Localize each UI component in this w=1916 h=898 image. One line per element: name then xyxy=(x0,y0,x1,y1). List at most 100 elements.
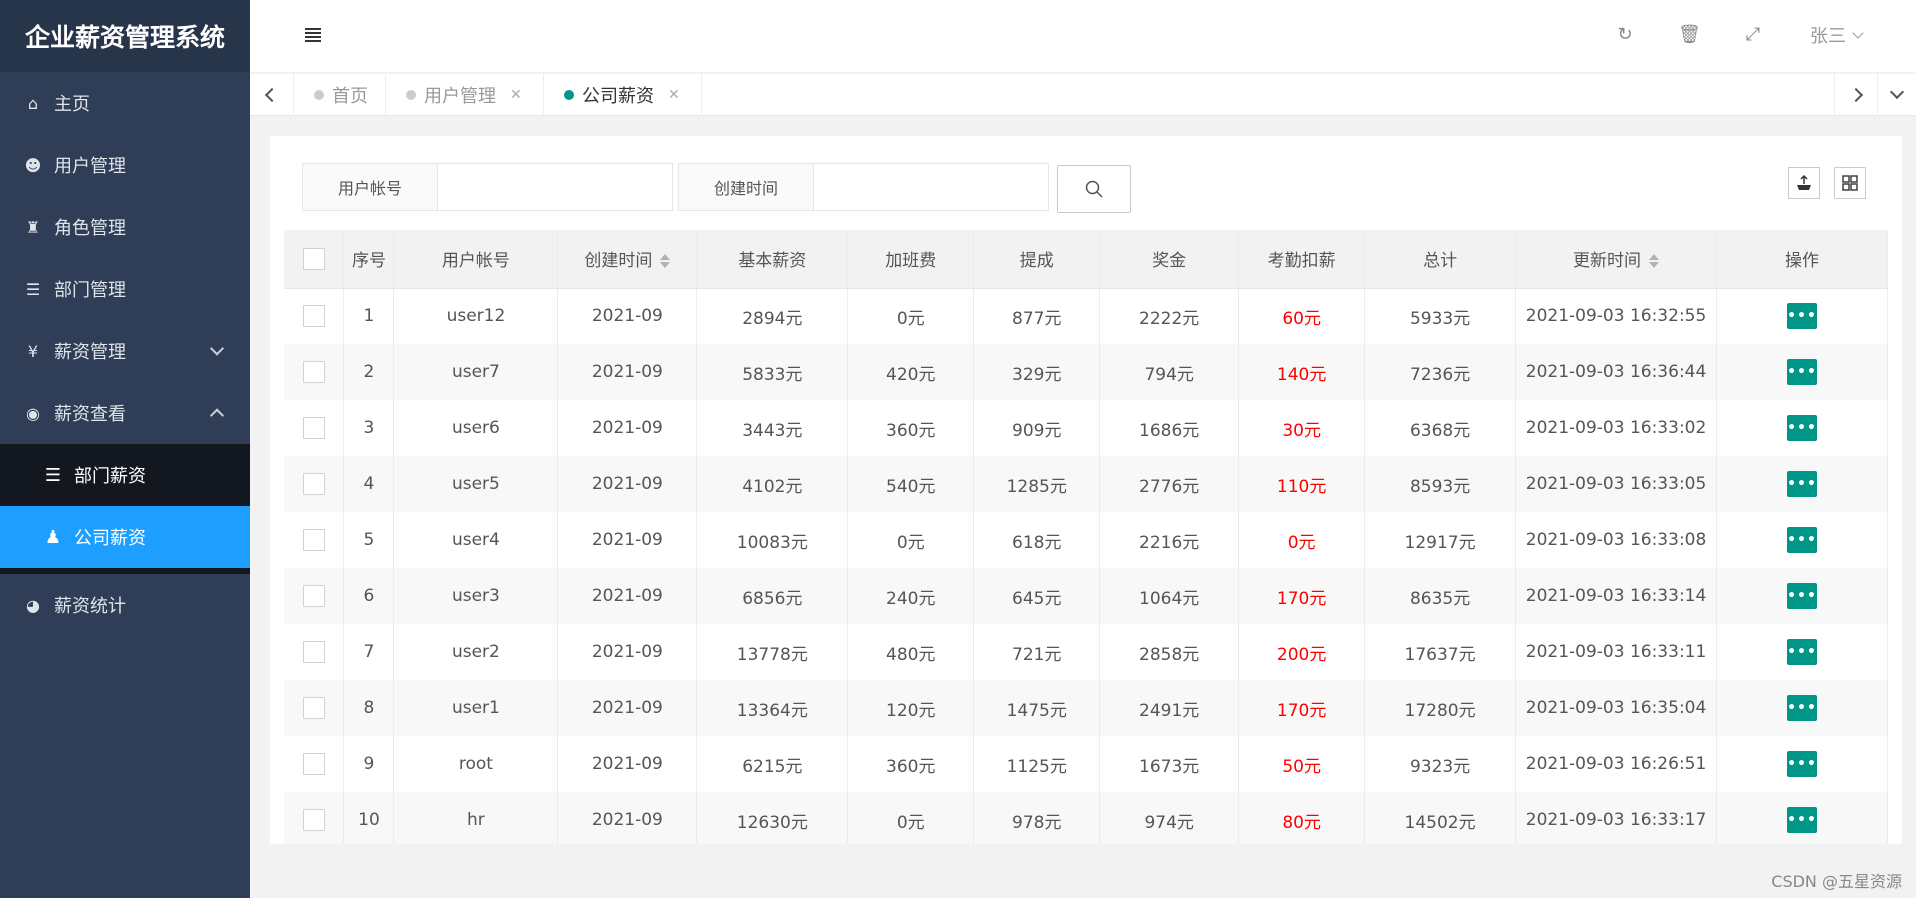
more-actions-button[interactable]: ••• xyxy=(1787,583,1817,609)
tab-company-salary[interactable]: 公司薪资 ✕ xyxy=(544,74,702,116)
select-cell xyxy=(284,512,345,568)
table-row[interactable]: 7 user2 2021-09 13778元 480元 721元 2858元 200元 1763… xyxy=(284,624,1888,680)
row-checkbox[interactable] xyxy=(302,809,325,831)
table-cell: user3 xyxy=(393,568,559,624)
table-row[interactable]: 3 user6 2021-09 3443元 360元 909元 1686元 30元 6368元 2… xyxy=(284,400,1888,456)
fullscreen-icon[interactable]: ⤢ xyxy=(1742,24,1764,46)
table-cell: 12630元 xyxy=(696,792,849,844)
sidebar: 企业薪资管理系统 ⌂ 主页 ☻ 用户管理 ♜ 角色管理 ☰ 部门管理 ¥ 薪资管… xyxy=(0,0,250,898)
table-cell: 13778元 xyxy=(696,624,849,680)
search-button[interactable] xyxy=(1057,165,1131,213)
sidebar-item-salary-view[interactable]: ◉ 薪资查看 xyxy=(0,382,250,444)
more-actions-button[interactable]: ••• xyxy=(1787,807,1817,833)
row-checkbox[interactable] xyxy=(302,641,325,663)
sidebar-item-roles[interactable]: ♜ 角色管理 xyxy=(0,196,250,258)
table-row[interactable]: 1 user12 2021-09 2894元 0元 877元 2222元 60元 5933元 20… xyxy=(284,288,1888,344)
table-row[interactable]: 9 root 2021-09 6215元 360元 1125元 1673元 50元 9323元 2… xyxy=(284,736,1888,792)
menu-toggle-icon[interactable] xyxy=(305,28,321,42)
sort-icon[interactable] xyxy=(660,254,671,269)
trash-icon[interactable]: 🗑 xyxy=(1678,24,1701,46)
table-cell: 2021-09-03 16:33:14 xyxy=(1515,568,1717,624)
table-cell: 170元 xyxy=(1238,568,1366,624)
table-cell: 978元 xyxy=(973,792,1101,844)
close-icon[interactable]: ✕ xyxy=(510,87,522,103)
table-cell: hr xyxy=(393,792,559,844)
select-all-checkbox[interactable] xyxy=(302,247,325,270)
export-button[interactable] xyxy=(1788,167,1820,199)
more-actions-button[interactable]: ••• xyxy=(1787,639,1817,665)
table-row[interactable]: 6 user3 2021-09 6856元 240元 645元 1064元 170元 8635元… xyxy=(284,568,1888,624)
tab-scroll-left-button[interactable] xyxy=(250,74,294,116)
export-icon xyxy=(1797,174,1811,190)
more-actions-button[interactable]: ••• xyxy=(1787,359,1817,385)
row-checkbox[interactable] xyxy=(302,529,325,551)
more-actions-button[interactable]: ••• xyxy=(1787,527,1817,553)
row-checkbox[interactable] xyxy=(302,753,325,775)
row-checkbox[interactable] xyxy=(302,473,325,495)
actions-cell: ••• xyxy=(1716,624,1888,680)
tab-home[interactable]: 首页 xyxy=(294,74,386,116)
column-header-sortable[interactable]: 创建时间 xyxy=(557,230,698,289)
table-cell: 8635元 xyxy=(1364,568,1517,624)
tab-menu-button[interactable] xyxy=(1878,74,1916,116)
table-cell: user5 xyxy=(393,456,559,512)
user-menu[interactable]: 张三 xyxy=(1810,22,1864,48)
table-cell: 1125元 xyxy=(973,736,1101,792)
refresh-icon[interactable]: ↻ xyxy=(1614,24,1636,46)
table-cell: 0元 xyxy=(847,288,975,344)
row-checkbox[interactable] xyxy=(302,697,325,719)
sidebar-item-company-salary[interactable]: ♟ 公司薪资 xyxy=(0,506,250,568)
more-actions-button[interactable]: ••• xyxy=(1787,471,1817,497)
table-cell: 2021-09 xyxy=(557,512,698,568)
sidebar-item-departments[interactable]: ☰ 部门管理 xyxy=(0,258,250,320)
table-cell: 2021-09 xyxy=(557,792,698,844)
sidebar-item-salary-manage[interactable]: ¥ 薪资管理 xyxy=(0,320,250,382)
sort-icon[interactable] xyxy=(1649,254,1660,269)
columns-button[interactable] xyxy=(1834,167,1866,199)
table-cell: 2021-09 xyxy=(557,456,698,512)
column-header-sortable[interactable]: 更新时间 xyxy=(1515,230,1717,289)
table-row[interactable]: 10 hr 2021-09 12630元 0元 978元 974元 80元 14502元 2021… xyxy=(284,792,1888,844)
row-checkbox[interactable] xyxy=(302,361,325,383)
column-header: 加班费 xyxy=(847,230,975,289)
more-actions-button[interactable]: ••• xyxy=(1787,303,1817,330)
more-actions-button[interactable]: ••• xyxy=(1787,415,1817,441)
tab-scroll-right-button[interactable] xyxy=(1834,74,1878,116)
sidebar-item-label: 角色管理 xyxy=(54,218,126,239)
column-header: 提成 xyxy=(973,230,1101,289)
table-cell: 360元 xyxy=(847,400,975,456)
more-actions-button[interactable]: ••• xyxy=(1787,695,1817,721)
table-cell: 1064元 xyxy=(1099,568,1240,624)
actions-cell: ••• xyxy=(1716,568,1888,624)
eye-icon: ◉ xyxy=(26,403,40,423)
table-cell: 60元 xyxy=(1238,288,1366,344)
close-icon[interactable]: ✕ xyxy=(668,87,680,103)
chevron-up-icon xyxy=(209,408,225,423)
table-cell: 1686元 xyxy=(1099,400,1240,456)
row-checkbox[interactable] xyxy=(302,585,325,607)
account-input[interactable] xyxy=(437,163,673,211)
table-cell: 1475元 xyxy=(973,680,1101,736)
column-header-label: 更新时间 xyxy=(1573,251,1642,272)
salary-table: 序号 用户帐号 创建时间 基本薪资 加班费 提成 奖金 考勤扣薪 总计 更新时间… xyxy=(284,230,1888,844)
row-checkbox[interactable] xyxy=(302,417,325,439)
search-icon xyxy=(1085,180,1103,198)
table-cell: 2021-09-03 16:26:51 xyxy=(1515,736,1717,792)
table-cell: 2216元 xyxy=(1099,512,1240,568)
chevron-down-icon xyxy=(209,341,225,356)
more-actions-button[interactable]: ••• xyxy=(1787,751,1817,777)
table-row[interactable]: 8 user1 2021-09 13364元 120元 1475元 2491元 170元 172… xyxy=(284,680,1888,736)
create-time-input[interactable] xyxy=(813,163,1049,211)
sidebar-item-salary-stats[interactable]: ◕ 薪资统计 xyxy=(0,574,250,636)
sidebar-item-home[interactable]: ⌂ 主页 xyxy=(0,72,250,134)
sidebar-item-label: 薪资统计 xyxy=(54,596,126,617)
table-row[interactable]: 4 user5 2021-09 4102元 540元 1285元 2776元 110元 8593… xyxy=(284,456,1888,512)
tab-user-manage[interactable]: 用户管理 ✕ xyxy=(386,74,544,116)
sidebar-item-users[interactable]: ☻ 用户管理 xyxy=(0,134,250,196)
table-cell: 2021-09 xyxy=(557,344,698,400)
sidebar-item-department-salary[interactable]: ☰ 部门薪资 xyxy=(0,444,250,506)
row-checkbox[interactable] xyxy=(302,305,325,328)
table-row[interactable]: 2 user7 2021-09 5833元 420元 329元 794元 140元 7236元 2… xyxy=(284,344,1888,400)
table-cell: 9323元 xyxy=(1364,736,1517,792)
table-row[interactable]: 5 user4 2021-09 10083元 0元 618元 2216元 0元 12917元 20… xyxy=(284,512,1888,568)
